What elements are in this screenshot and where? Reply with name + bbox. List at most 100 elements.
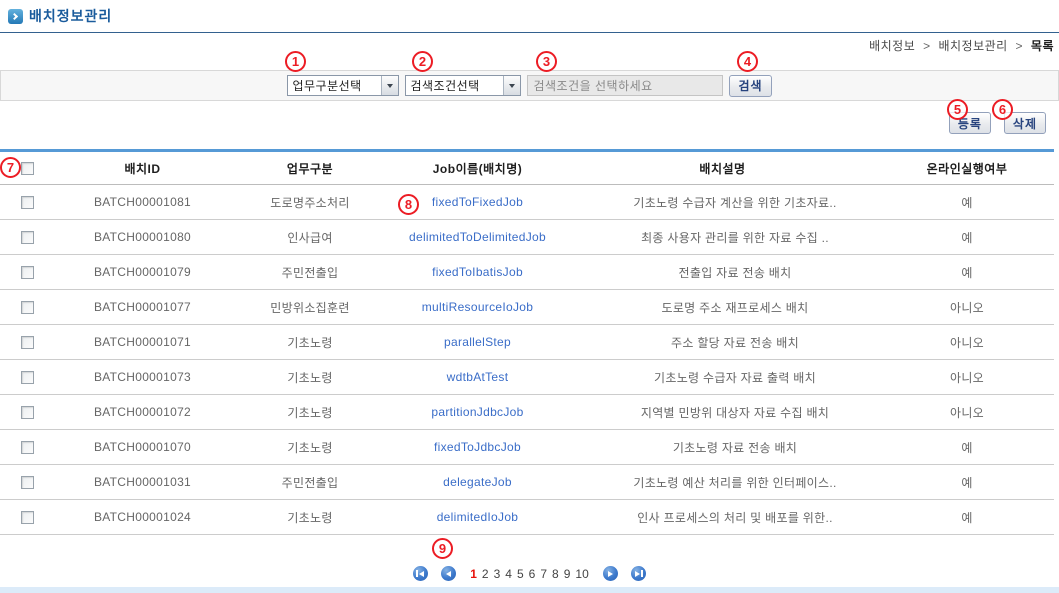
row-checkbox[interactable] [21,266,34,279]
batch-id: BATCH00001072 [55,395,230,430]
page-number-9[interactable]: 9 [564,567,571,581]
online-flag: 예 [880,255,1054,290]
page-number-3[interactable]: 3 [494,567,501,581]
row-checkbox[interactable] [21,336,34,349]
batch-description: 기초노령 예산 처리를 위한 인터페이스.. [565,465,880,500]
online-flag: 아니오 [880,290,1054,325]
page-number-10[interactable]: 10 [575,567,588,581]
search-bar: 업무구분선택 검색조건선택 검색 [0,70,1059,101]
table-row: BATCH00001072 기초노령 partitionJdbcJob 지역별 … [0,395,1054,430]
table-row: BATCH00001071 기초노령 parallelStep 주소 할당 자료… [0,325,1054,360]
column-header-description: 배치설명 [565,151,880,185]
online-flag: 예 [880,430,1054,465]
page-number-8[interactable]: 8 [552,567,559,581]
table-row: BATCH00001024 기초노령 delimitedIoJob 인사 프로세… [0,500,1054,535]
search-button[interactable]: 검색 [729,75,771,97]
page-number-5[interactable]: 5 [517,567,524,581]
breadcrumb-item[interactable]: 배치정보관리 [938,39,1007,53]
row-checkbox[interactable] [21,511,34,524]
category-select-value: 업무구분선택 [288,77,381,94]
job-name-link[interactable]: fixedToFixedJob [432,195,523,209]
column-header-online: 온라인실행여부 [880,151,1054,185]
column-header-job-name: Job이름(배치명) [390,151,565,185]
breadcrumb: 배치정보 > 배치정보관리 > 목록 [0,33,1059,57]
search-input[interactable] [527,75,723,96]
table-row: BATCH00001031 주민전출입 delegateJob 기초노령 예산 … [0,465,1054,500]
page-number-6[interactable]: 6 [529,567,536,581]
batch-id: BATCH00001079 [55,255,230,290]
select-all-checkbox[interactable] [21,162,34,175]
batch-description: 전출입 자료 전송 배치 [565,255,880,290]
batch-description: 기초노령 수급자 계산을 위한 기초자료.. [565,185,880,220]
job-name-link[interactable]: multiResourceIoJob [422,300,533,314]
row-checkbox[interactable] [21,371,34,384]
batch-description: 도로명 주소 재프로세스 배치 [565,290,880,325]
online-flag: 예 [880,185,1054,220]
page-number-2[interactable]: 2 [482,567,489,581]
batch-id: BATCH00001070 [55,430,230,465]
online-flag: 아니오 [880,360,1054,395]
job-name-link[interactable]: partitionJdbcJob [431,405,523,419]
bottom-strip [0,587,1059,593]
job-name-link[interactable]: delegateJob [443,475,512,489]
row-checkbox[interactable] [21,441,34,454]
page-number-4[interactable]: 4 [505,567,512,581]
page-title: 배치정보관리 [29,6,112,26]
annotation-circle-2: 2 [412,51,433,72]
table-row: BATCH00001077 민방위소집훈련 multiResourceIoJob… [0,290,1054,325]
batch-description: 주소 할당 자료 전송 배치 [565,325,880,360]
batch-id: BATCH00001077 [55,290,230,325]
annotation-circle-7: 7 [0,157,21,178]
category: 기초노령 [230,500,390,535]
batch-id: BATCH00001071 [55,325,230,360]
job-name-link[interactable]: delimitedIoJob [437,510,519,524]
job-name-link[interactable]: delimitedToDelimitedJob [409,230,546,244]
category: 민방위소집훈련 [230,290,390,325]
annotation-circle-9: 9 [432,538,453,559]
page-number-7[interactable]: 7 [540,567,547,581]
condition-select[interactable]: 검색조건선택 [405,75,521,96]
last-page-icon[interactable] [631,566,646,581]
batch-table: 배치ID 업무구분 Job이름(배치명) 배치설명 온라인실행여부 BATCH0… [0,149,1054,535]
table-row: BATCH00001070 기초노령 fixedToJdbcJob 기초노령 자… [0,430,1054,465]
row-checkbox[interactable] [21,406,34,419]
row-checkbox[interactable] [21,196,34,209]
dropdown-arrow-icon[interactable] [503,76,520,95]
job-name-link[interactable]: parallelStep [444,335,511,349]
batch-description: 최종 사용자 관리를 위한 자료 수집 .. [565,220,880,255]
category: 기초노령 [230,430,390,465]
dropdown-arrow-icon[interactable] [381,76,398,95]
action-buttons: 등록 삭제 [0,112,1059,134]
batch-description: 기초노령 자료 전송 배치 [565,430,880,465]
first-page-icon[interactable] [413,566,428,581]
category: 기초노령 [230,395,390,430]
breadcrumb-current: 목록 [1031,39,1054,53]
online-flag: 아니오 [880,325,1054,360]
job-name-link[interactable]: fixedToJdbcJob [434,440,521,454]
breadcrumb-item[interactable]: 배치정보 [869,39,915,53]
annotation-circle-6: 6 [992,99,1013,120]
annotation-circle-5: 5 [947,99,968,120]
batch-description: 인사 프로세스의 처리 및 배포를 위한.. [565,500,880,535]
batch-description: 기초노령 수급자 자료 출력 배치 [565,360,880,395]
category-select[interactable]: 업무구분선택 [287,75,399,96]
prev-page-icon[interactable] [441,566,456,581]
category: 기초노령 [230,360,390,395]
annotation-circle-4: 4 [737,51,758,72]
page-header: 배치정보관리 [0,0,1059,33]
job-name-link[interactable]: wdtbAtTest [447,370,509,384]
next-page-icon[interactable] [603,566,618,581]
annotation-circle-1: 1 [285,51,306,72]
row-checkbox[interactable] [21,476,34,489]
job-name-link[interactable]: fixedToIbatisJob [432,265,523,279]
page-number-1[interactable]: 1 [470,567,477,581]
row-checkbox[interactable] [21,301,34,314]
batch-id: BATCH00001031 [55,465,230,500]
batch-id: BATCH00001081 [55,185,230,220]
category: 인사급여 [230,220,390,255]
breadcrumb-separator: > [923,39,931,53]
batch-info-page: 배치정보관리 배치정보 > 배치정보관리 > 목록 업무구분선택 검색조건선택 … [0,0,1059,593]
row-checkbox[interactable] [21,231,34,244]
column-header-batch-id: 배치ID [55,151,230,185]
table-row: BATCH00001073 기초노령 wdtbAtTest 기초노령 수급자 자… [0,360,1054,395]
